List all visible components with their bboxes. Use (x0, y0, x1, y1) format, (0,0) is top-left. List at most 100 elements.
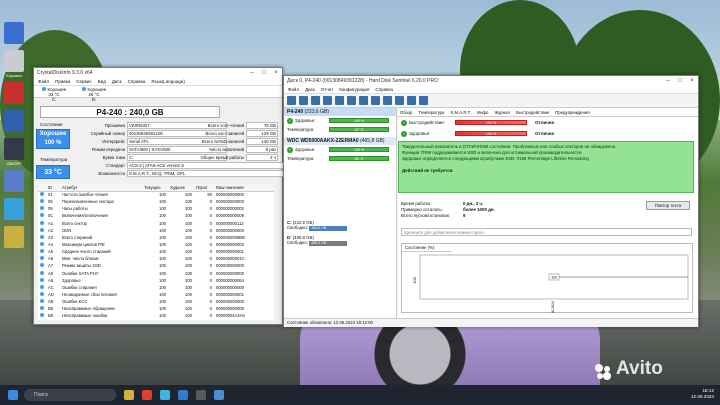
col-id[interactable]: ID (46, 184, 60, 192)
system-clock[interactable]: 18:12 12.06.2024 (691, 388, 714, 400)
menu-help[interactable]: Справка (375, 87, 393, 92)
table-row[interactable]: A5 Среднее число стираний 100 100 0 000000000… (38, 248, 274, 255)
col-attribute[interactable]: Атрибут (60, 184, 142, 192)
table-row[interactable]: 09 Часы работы 100 100 0 000000000002 (38, 205, 274, 212)
current-cell: 100 (159, 270, 166, 276)
table-row[interactable]: A4 Максимум циклов P/E 100 100 0 000000000002 (38, 241, 274, 248)
maximize-icon[interactable]: □ (674, 78, 686, 84)
tab-temperature[interactable]: Температура (418, 110, 444, 115)
tab-overview[interactable]: Обзор (400, 110, 412, 115)
desktop-icon[interactable] (4, 22, 24, 44)
health-status-box[interactable]: Хорошее 100 % (36, 129, 70, 149)
menu-view[interactable]: Вид (98, 79, 106, 84)
hdt-toolbar (284, 94, 698, 108)
surface-icon[interactable] (359, 96, 368, 105)
table-row[interactable]: A1 Всего сектор 100 100 0 000000000112 (38, 220, 274, 227)
tab-info[interactable]: Инфо (477, 110, 488, 115)
table-row[interactable]: A6 Мин. число блоков 100 100 0 00000000001C (38, 255, 274, 262)
menu-disk[interactable]: Диск (112, 79, 122, 84)
table-row[interactable]: A7 Режим защиты SSD 100 100 0 000000000000 (38, 262, 274, 269)
test-icon[interactable] (347, 96, 356, 105)
table-row[interactable]: A9 Здоровье 100 100 0 000000000064 (38, 277, 274, 284)
desktop-app-icon[interactable] (4, 110, 24, 132)
recycle-bin-icon[interactable] (4, 50, 24, 72)
col-threshold[interactable]: Порог (194, 184, 214, 192)
desktop-app-icon[interactable] (4, 82, 24, 104)
desktop-app-icon[interactable] (4, 170, 24, 192)
col-worst[interactable]: Худшее (168, 184, 194, 192)
table-row[interactable]: 05 Переназначенные сектора 100 100 0 00000000… (38, 198, 274, 205)
table-row[interactable]: AC Ошибки стирания 100 100 0 000000000000 (38, 284, 274, 291)
temperature-box[interactable]: 33 °C (36, 165, 70, 179)
settings-icon[interactable] (335, 96, 344, 105)
update-icon[interactable] (419, 96, 428, 105)
info-icon[interactable] (371, 96, 380, 105)
repeat-test-button[interactable]: Повтор теста (646, 201, 690, 210)
table-row[interactable]: B8 Неисправимые ошибки 100 100 0 00000004A4A0 (38, 312, 274, 319)
taskbar-search[interactable]: Поиск (24, 389, 116, 401)
chart-icon[interactable] (383, 96, 392, 105)
table-row[interactable]: 0C Включения/отключения 100 100 0 00000000000… (38, 212, 274, 219)
table-row[interactable]: A8 Ошибки SATA PHY 100 100 0 000000000000 (38, 270, 274, 277)
hdsentinel-window[interactable]: Диск 0, P4-240 (00130849391228) - Hard D… (283, 75, 699, 327)
disk-tab-d[interactable]: Хорошее 26 °C D: (74, 86, 114, 102)
info-key: Число включений (208, 146, 244, 152)
table-row[interactable]: 01 Частота ошибок чтения 100 100 50 000000000… (38, 191, 274, 198)
volume-item-c[interactable]: C: (222,9 GB) Свободно: 165,5 GB (284, 218, 396, 233)
table-row[interactable]: B5 Неисправимые обращения 100 100 0 000000000… (38, 305, 274, 312)
drive-item-wdc[interactable]: WDC WD5000AAKX-22ERMA0 (465,8 GB) (284, 137, 396, 145)
tab-performance[interactable]: Быстродействие (516, 110, 549, 115)
smart-table[interactable]: ID Атрибут Текущее Худшее Порог Raw-знач… (38, 184, 274, 320)
tab-log[interactable]: Журнал (494, 110, 510, 115)
menu-edit[interactable]: Правка (55, 79, 70, 84)
app-icon[interactable] (196, 390, 206, 400)
help-icon[interactable] (407, 96, 416, 105)
drive-item-p4-240[interactable]: P4-240 (223,6 GB) (284, 108, 396, 116)
app-icon[interactable] (214, 390, 224, 400)
refresh-icon[interactable] (287, 96, 296, 105)
threshold-cell: 0 (209, 284, 212, 290)
menu-language[interactable]: Язык(Language) (151, 79, 185, 84)
menu-disk[interactable]: Диск (305, 87, 315, 92)
menu-service[interactable]: Сервис (76, 79, 91, 84)
desktop-app-icon[interactable] (4, 198, 24, 220)
disk-tab-c[interactable]: Хорошее 33 °C C: (34, 86, 74, 102)
volume-item-d[interactable]: D: (465,8 GB) Свободно: 465,5 GB (284, 233, 396, 248)
menu-file[interactable]: Файл (38, 79, 49, 84)
chart-tab[interactable]: Состояние (%) (402, 244, 452, 252)
col-current[interactable]: Текущее (142, 184, 168, 192)
menu-configuration[interactable]: Конфигурация (339, 87, 369, 92)
store-icon[interactable] (178, 390, 188, 400)
email-icon[interactable] (323, 96, 332, 105)
alert-icon[interactable] (395, 96, 404, 105)
tab-smart[interactable]: S.M.A.R.T. (450, 110, 471, 115)
comment-field[interactable]: Щелкните для добавления комментария... (401, 228, 692, 236)
desktop-app-icon[interactable] (4, 226, 24, 248)
close-icon[interactable]: × (686, 78, 698, 84)
health-message-box: Твердотельный накопитель в ОТЛИЧНОМ сост… (398, 141, 694, 193)
minimize-icon[interactable]: – (662, 78, 674, 84)
table-row[interactable]: AD Неожиданные сбои питания 100 100 0 0000000… (38, 291, 274, 298)
edge-icon[interactable] (160, 390, 170, 400)
table-row[interactable]: A3 Всего стираний 100 100 0 0000000008BB (38, 234, 274, 241)
close-icon[interactable]: × (270, 70, 282, 76)
menu-help[interactable]: Справка (128, 79, 146, 84)
browser-icon[interactable] (142, 390, 152, 400)
col-raw[interactable]: Raw-значения (214, 184, 274, 192)
table-row[interactable]: AE Ошибки ECC 100 100 0 000000000000 (38, 298, 274, 305)
hdt-titlebar[interactable]: Диск 0, P4-240 (00130849391228) - Hard D… (284, 76, 698, 86)
menu-file[interactable]: Файл (288, 87, 299, 92)
table-row[interactable]: A2 ODN 100 100 0 000000000000 (38, 227, 274, 234)
explorer-icon[interactable] (124, 390, 134, 400)
raw-cell: 000000000000 (216, 199, 244, 205)
cdi-titlebar[interactable]: CrystalDiskInfo 9.3.0 x64 – □ × (34, 68, 282, 78)
start-icon[interactable] (8, 390, 18, 400)
report-icon[interactable] (311, 96, 320, 105)
disk-icon[interactable] (299, 96, 308, 105)
menu-report[interactable]: Отчет (321, 87, 333, 92)
minimize-icon[interactable]: – (246, 70, 258, 76)
tab-warnings[interactable]: Предупреждения (555, 110, 589, 115)
maximize-icon[interactable]: □ (258, 70, 270, 76)
worst-cell: 100 (185, 256, 192, 262)
power-toggle-icon[interactable] (4, 138, 24, 160)
